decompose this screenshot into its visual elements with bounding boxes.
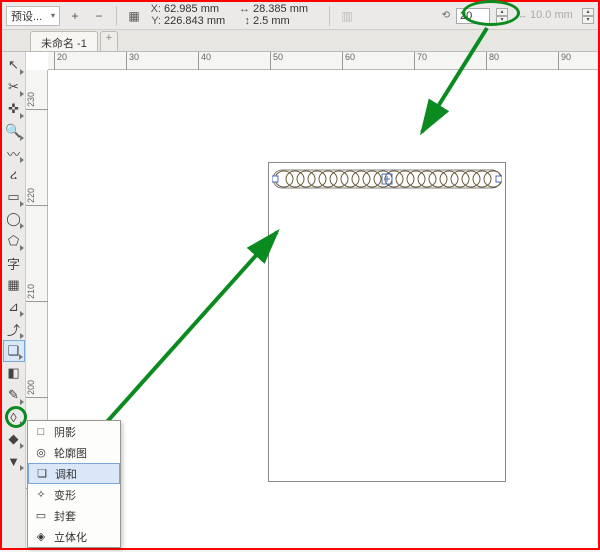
ruler-tick: 200	[26, 378, 48, 398]
remove-preset-button[interactable]: −	[90, 7, 108, 25]
toolbox: ↖ ✂ ✜ 🔍 〰 ረ ▭ ◯ ⬠ 字 ▦ ⊿ ⤴ ❏ ◧ ✎ ◊ ◆ ▼	[2, 52, 26, 548]
ruler-tick: 50	[270, 52, 283, 70]
ruler-tick: 210	[26, 282, 48, 302]
transparency-tool[interactable]: ◧	[3, 362, 25, 384]
offset-value: 10.0 mm	[530, 10, 576, 21]
connector-tool[interactable]: ⤴	[3, 318, 25, 340]
position-readout: X:62.985 mm Y:226.843 mm	[149, 4, 232, 27]
ruler-tick: 80	[486, 52, 499, 70]
x-label: X:	[149, 4, 161, 15]
ruler-tick: 70	[414, 52, 427, 70]
flyout-item-label: 调和	[55, 466, 77, 482]
drawing-canvas[interactable]	[48, 70, 598, 548]
size-readout: ↔28.385 mm ↕2.5 mm	[238, 4, 321, 27]
width-icon: ↔	[238, 4, 250, 15]
dimension-tool[interactable]: ⊿	[3, 296, 25, 318]
shape-tool[interactable]: ✂	[3, 76, 25, 98]
height-value: 2.5 mm	[253, 16, 321, 27]
document-tab[interactable]: 未命名 -1	[30, 31, 98, 51]
zoom-tool[interactable]: 🔍	[3, 120, 25, 142]
offset-spinner[interactable]: ▴▾	[582, 8, 594, 24]
main-area: ↖ ✂ ✜ 🔍 〰 ረ ▭ ◯ ⬠ 字 ▦ ⊿ ⤴ ❏ ◧ ✎ ◊ ◆ ▼ 20…	[2, 52, 598, 548]
ruler-tick: 230	[26, 90, 48, 110]
rectangle-tool[interactable]: ▭	[3, 186, 25, 208]
y-value: 226.843 mm	[164, 16, 232, 27]
interactive-blend-tool[interactable]: ❏	[3, 340, 25, 362]
offset-block: ↔10.0 mm	[518, 10, 576, 21]
preset-dropdown[interactable]: 预设... ▾	[6, 6, 60, 26]
new-tab-button[interactable]: +	[100, 31, 118, 51]
flyout-item-label: 封套	[54, 508, 76, 524]
preset-label: 预设...	[11, 8, 42, 24]
flyout-item-icon: ▭	[34, 509, 48, 523]
ellipse-tool[interactable]: ◯	[3, 208, 25, 230]
flyout-item-label: 轮廓图	[54, 445, 87, 461]
flyout-item-icon: □	[34, 425, 48, 439]
steps-icon: ⟲	[442, 10, 450, 21]
flyout-item-icon: ❏	[35, 467, 49, 481]
flyout-item-4[interactable]: ▭ 封套	[28, 505, 120, 526]
pick-tool[interactable]: ↖	[3, 54, 25, 76]
flyout-item-1[interactable]: ◎ 轮廓图	[28, 442, 120, 463]
height-icon: ↕	[238, 16, 250, 27]
outline-tool[interactable]: ◊	[3, 406, 25, 428]
blend-steps-input[interactable]: 20	[456, 8, 490, 24]
flyout-item-label: 阴影	[54, 424, 76, 440]
ruler-tick: 40	[198, 52, 211, 70]
ruler-tick: 90	[558, 52, 571, 70]
document-tabbar: 未命名 -1 +	[2, 30, 598, 52]
table-tool[interactable]: ▦	[3, 274, 25, 296]
flyout-item-2[interactable]: ❏ 调和	[28, 463, 120, 484]
document-page[interactable]	[268, 162, 506, 482]
flyout-item-icon: ✧	[34, 488, 48, 502]
ruler-tick: 20	[54, 52, 67, 70]
offset-icon: ↔	[518, 10, 527, 21]
eyedropper-tool[interactable]: ✎	[3, 384, 25, 406]
blend-object[interactable]	[272, 164, 502, 194]
polygon-tool[interactable]: ⬠	[3, 230, 25, 252]
ruler-tick: 30	[126, 52, 139, 70]
ruler-tick: 60	[342, 52, 355, 70]
flyout-item-5[interactable]: ◈ 立体化	[28, 526, 120, 547]
chevron-down-icon: ▾	[51, 11, 55, 20]
width-value: 28.385 mm	[253, 4, 321, 15]
text-tool[interactable]: 字	[3, 252, 25, 274]
separator	[329, 6, 330, 26]
ruler-tick: 220	[26, 186, 48, 206]
object-origin-button[interactable]: ▦	[125, 7, 143, 25]
blend-direction-button[interactable]: ▥	[338, 7, 356, 25]
flyout-item-label: 立体化	[54, 529, 87, 545]
flyout-item-0[interactable]: □ 阴影	[28, 421, 120, 442]
flyout-item-icon: ◈	[34, 530, 48, 544]
flyout-item-3[interactable]: ✧ 变形	[28, 484, 120, 505]
fill-tool[interactable]: ◆	[3, 428, 25, 450]
separator	[116, 6, 117, 26]
freehand-tool[interactable]: 〰	[3, 142, 25, 164]
y-label: Y:	[149, 16, 161, 27]
artistic-media-tool[interactable]: ረ	[3, 164, 25, 186]
effects-flyout-menu: □ 阴影 ◎ 轮廓图 ❏ 调和 ✧ 变形 ▭ 封套 ◈ 立体化	[27, 420, 121, 548]
property-bar: 预设... ▾ + − ▦ X:62.985 mm Y:226.843 mm ↔…	[2, 2, 598, 30]
steps-spinner[interactable]: ▴▾	[496, 8, 508, 24]
interactive-fill-tool[interactable]: ▼	[3, 450, 25, 472]
ruler-horizontal[interactable]: 20 30 40 50 60 70 80 90	[48, 52, 598, 70]
crop-tool[interactable]: ✜	[3, 98, 25, 120]
flyout-item-icon: ◎	[34, 446, 48, 460]
x-value: 62.985 mm	[164, 4, 232, 15]
add-preset-button[interactable]: +	[66, 7, 84, 25]
flyout-item-label: 变形	[54, 487, 76, 503]
